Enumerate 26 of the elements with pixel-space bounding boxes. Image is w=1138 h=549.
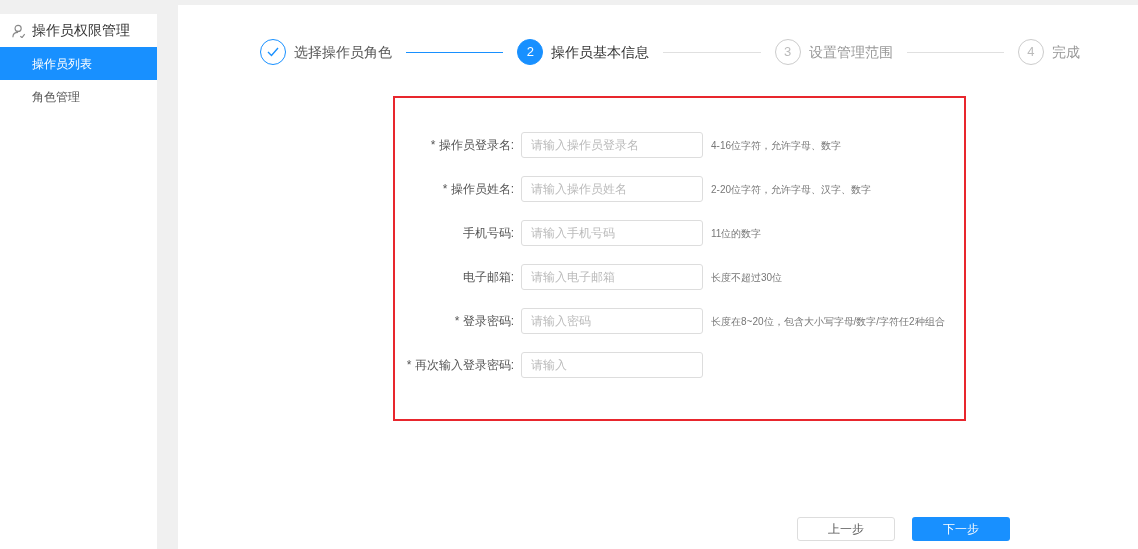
- field-label: 电子邮箱:: [461, 269, 515, 286]
- field-hint: 长度在8~20位，包含大小写字母/数字/字符任2种组合: [711, 314, 945, 329]
- user-icon: [12, 23, 26, 38]
- step-label: 完成: [1052, 42, 1080, 62]
- input-field[interactable]: 请输入电子邮箱: [521, 264, 703, 290]
- field-hint: 2-20位字符，允许字母、汉字、数字: [711, 182, 871, 197]
- step-label: 操作员基本信息: [551, 42, 650, 62]
- input-field[interactable]: 请输入操作员登录名: [521, 132, 703, 158]
- check-icon: [267, 47, 279, 57]
- step-label: 设置管理范围: [808, 42, 893, 62]
- field-hint: 4-16位字符，允许字母、数字: [711, 138, 841, 153]
- input-field[interactable]: 请输入操作员姓名: [521, 176, 703, 202]
- field-label: * 再次输入登录密码:: [405, 357, 515, 374]
- back-button[interactable]: 上一步: [797, 517, 895, 541]
- sidebar-item[interactable]: 角色管理: [0, 80, 157, 113]
- sidebar-group-title: 操作员权限管理: [32, 21, 130, 40]
- field-label: * 操作员姓名:: [441, 181, 515, 198]
- field-label: * 登录密码:: [453, 313, 515, 330]
- field-hint: 11位的数字: [711, 226, 762, 241]
- input-field[interactable]: 请输入: [521, 352, 703, 378]
- field-label: * 操作员登录名:: [429, 137, 515, 154]
- input-field[interactable]: 请输入手机号码: [521, 220, 703, 246]
- input-field[interactable]: 请输入密码: [521, 308, 703, 334]
- field-label: 手机号码:: [461, 225, 515, 242]
- field-hint: 长度不超过30位: [711, 270, 783, 285]
- step-label: 选择操作员角色: [294, 42, 392, 62]
